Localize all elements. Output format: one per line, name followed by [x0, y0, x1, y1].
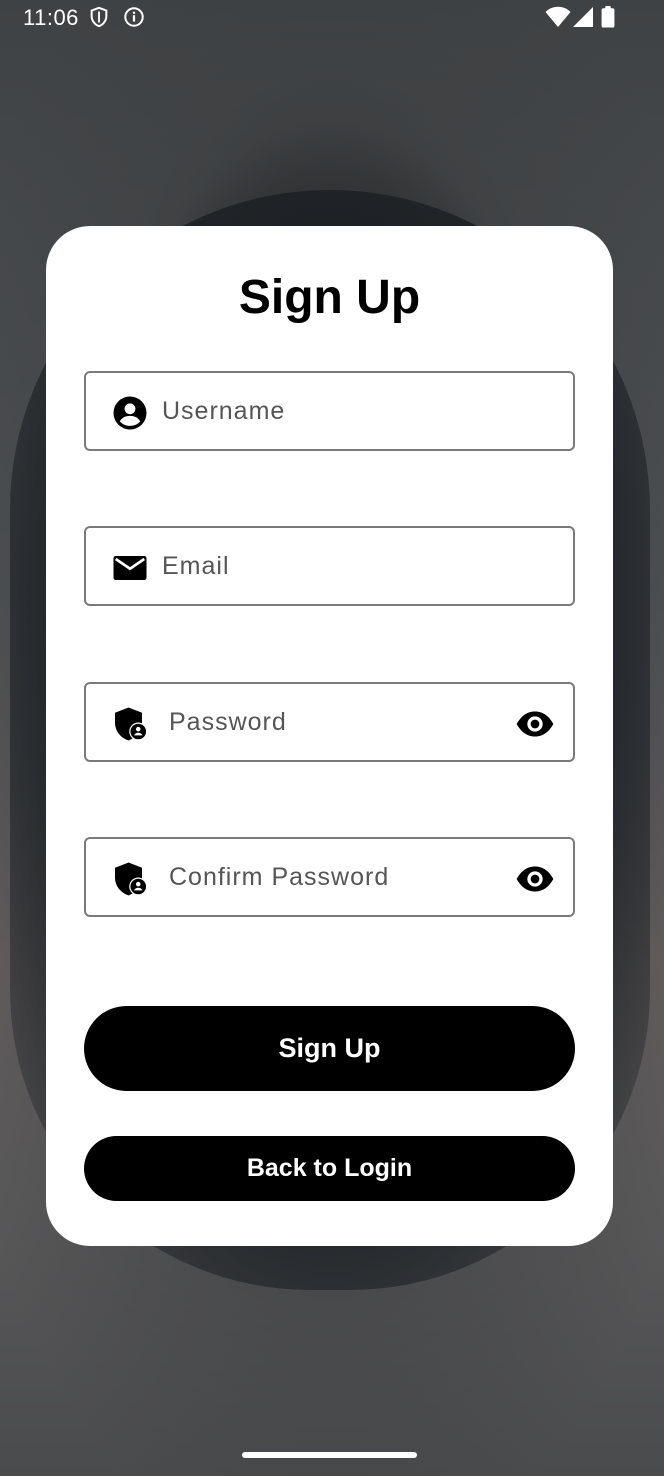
page-title: Sign Up: [238, 271, 421, 324]
person-icon: [113, 396, 147, 430]
shield-lock-icon: [115, 862, 147, 896]
username-field[interactable]: [84, 371, 575, 451]
eye-icon[interactable]: [515, 704, 555, 744]
email-input[interactable]: [162, 540, 502, 592]
email-field[interactable]: [84, 526, 575, 606]
shield-lock-icon: [115, 707, 147, 741]
status-time: 11:06: [23, 5, 79, 30]
sign-up-button[interactable]: Sign Up: [84, 1006, 575, 1091]
username-input[interactable]: [162, 385, 502, 437]
eye-icon[interactable]: [515, 859, 555, 899]
signal-icon: [573, 7, 593, 27]
status-bar: 11:06: [0, 0, 664, 34]
battery-icon: [601, 6, 615, 28]
info-icon: [124, 7, 144, 27]
home-indicator[interactable]: [242, 1452, 417, 1458]
confirm-password-input[interactable]: [169, 851, 509, 903]
mail-icon: [113, 556, 147, 580]
wifi-icon: [545, 6, 571, 27]
confirm-password-field[interactable]: [84, 837, 575, 917]
back-to-login-button[interactable]: Back to Login: [84, 1136, 575, 1201]
shield-icon: [90, 6, 108, 28]
password-input[interactable]: [169, 696, 509, 748]
password-field[interactable]: [84, 682, 575, 762]
